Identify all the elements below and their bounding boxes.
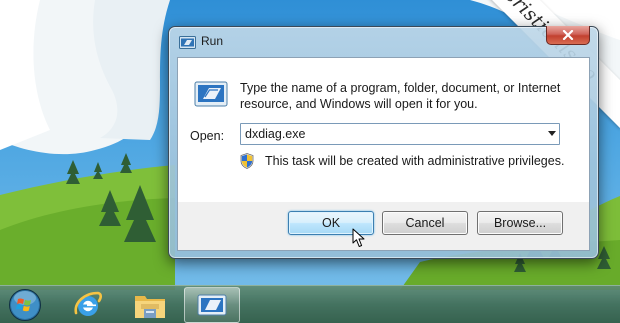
folder-icon — [135, 296, 165, 318]
dialog-title: Run — [201, 34, 224, 48]
content-pane: Type the name of a program, folder, docu… — [178, 58, 589, 202]
open-combobox[interactable] — [240, 123, 560, 145]
taskbar-run[interactable] — [184, 287, 240, 323]
mouse-cursor-icon — [352, 228, 365, 247]
internet-explorer-icon — [74, 291, 103, 316]
run-program-icon — [194, 81, 228, 107]
close-icon — [562, 30, 574, 40]
browse-button[interactable]: Browse... — [477, 211, 563, 235]
run-icon — [179, 36, 196, 49]
run-dialog: Run Type the name of a program, folder, … — [168, 26, 599, 259]
run-icon — [197, 294, 227, 316]
chevron-down-icon[interactable] — [548, 131, 556, 136]
admin-privileges-note: This task will be created with administr… — [265, 154, 565, 168]
start-button[interactable] — [0, 287, 50, 323]
windows-start-orb-icon — [9, 289, 41, 321]
title-bar[interactable]: Run — [169, 26, 598, 55]
dialog-body: Type the name of a program, folder, docu… — [177, 57, 590, 251]
uac-shield-icon — [240, 153, 254, 169]
taskbar-internet-explorer[interactable] — [62, 287, 114, 323]
open-input[interactable] — [241, 124, 541, 144]
taskbar-windows-explorer[interactable] — [124, 287, 176, 323]
close-button[interactable] — [546, 26, 590, 45]
taskbar — [0, 285, 620, 323]
instructions-text: Type the name of a program, folder, docu… — [240, 81, 561, 111]
cancel-button[interactable]: Cancel — [382, 211, 468, 235]
open-label: Open: — [190, 129, 225, 143]
desktop: cristianls.ro Run — [0, 0, 620, 323]
